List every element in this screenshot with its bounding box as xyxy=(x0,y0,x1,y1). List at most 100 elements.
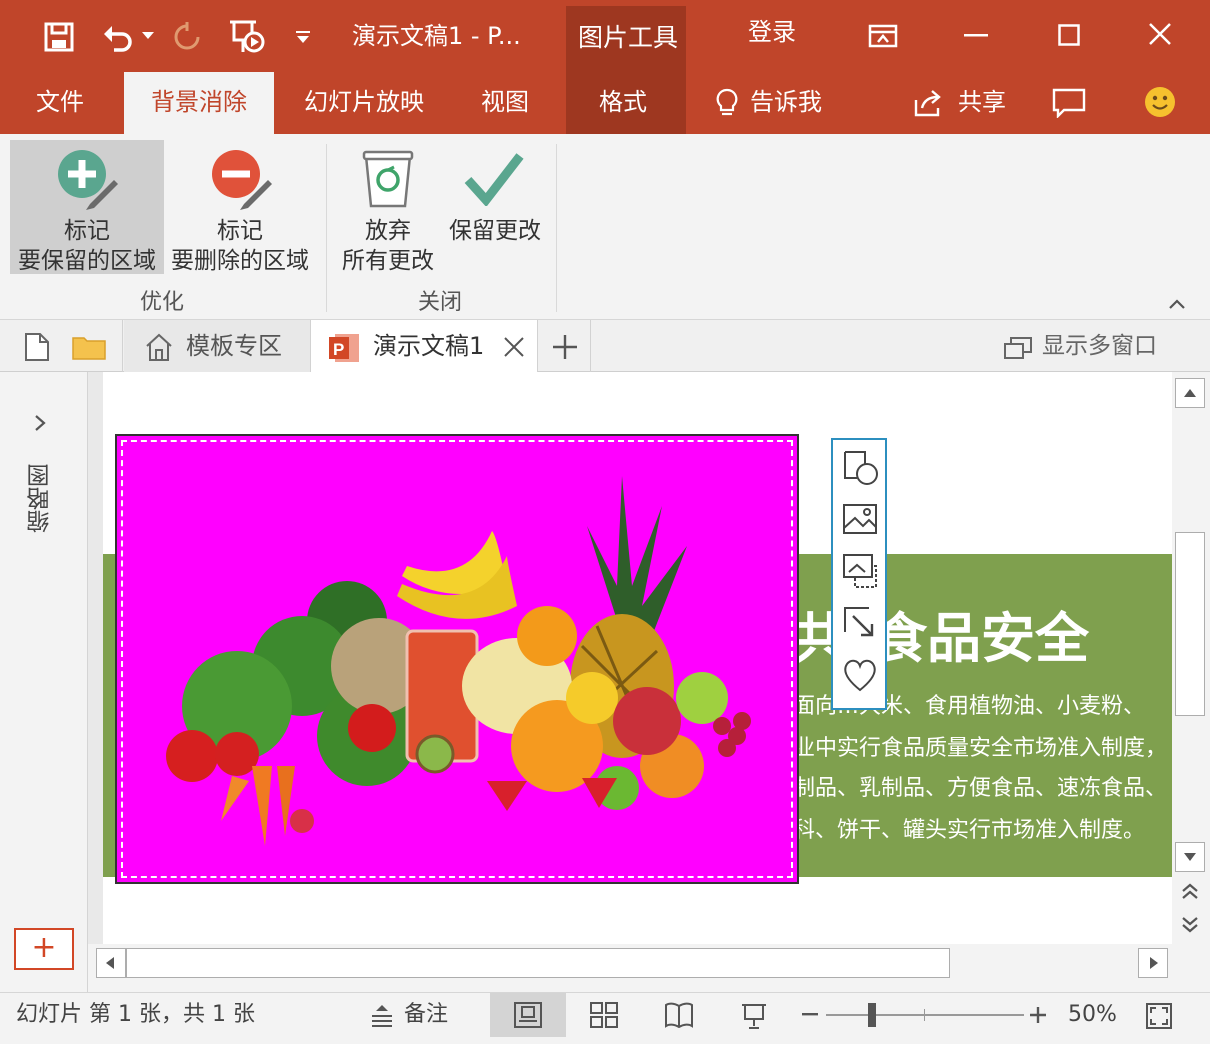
zoom-out-icon[interactable] xyxy=(802,1013,818,1017)
tell-me-box[interactable]: 告诉我 xyxy=(750,72,822,134)
slide-sorter-icon[interactable] xyxy=(590,1002,618,1028)
ribbon-display-icon[interactable] xyxy=(868,24,898,48)
slide-title[interactable]: 食品安全 xyxy=(873,594,1089,673)
tab-file[interactable]: 文件 xyxy=(36,72,84,134)
title-bar: 演示文稿1 - P... 图片工具 登录 xyxy=(0,0,1210,72)
tab-document-label: 演示文稿1 xyxy=(373,332,485,360)
smiley-icon[interactable] xyxy=(1144,86,1176,118)
minimize-icon[interactable] xyxy=(964,34,988,38)
slide-body-line[interactable]: 业中实行食品质量安全市场准入制度， xyxy=(793,730,1167,762)
mark-remove-line2: 要删除的区域 xyxy=(171,248,309,274)
group-divider xyxy=(556,144,557,312)
horizontal-scrollbar[interactable] xyxy=(88,944,1172,992)
tab-format[interactable]: 格式 xyxy=(599,72,647,134)
scroll-down-button[interactable] xyxy=(1175,842,1205,872)
mark-keep-line2: 要保留的区域 xyxy=(18,248,156,274)
slide[interactable]: 共 食品安全 面向…大米、食用植物油、小麦粉、 业中实行食品质量安全市场准入制度… xyxy=(103,372,1172,944)
new-slide-button[interactable]: + xyxy=(14,928,74,970)
notes-button[interactable]: 备注 xyxy=(404,993,448,1037)
group-label-optimize: 优化 xyxy=(140,290,185,315)
arrow-up-icon xyxy=(1184,389,1196,397)
normal-view-button[interactable] xyxy=(490,993,566,1037)
zoom-in-icon[interactable] xyxy=(1030,1007,1046,1023)
resize-icon[interactable] xyxy=(841,604,879,642)
scroll-thumb[interactable] xyxy=(1175,532,1205,716)
tab-divider xyxy=(590,320,591,372)
discard-line1: 放弃 xyxy=(365,218,411,244)
vertical-scrollbar[interactable] xyxy=(1172,372,1210,944)
tab-document[interactable]: P 演示文稿1 xyxy=(310,320,538,373)
undo-dropdown-icon[interactable] xyxy=(142,32,154,40)
tab-templates[interactable]: 模板专区 xyxy=(124,320,310,372)
tab-background-removal[interactable]: 背景消除 xyxy=(124,72,274,134)
previous-slide-icon[interactable] xyxy=(1180,882,1200,902)
svg-text:P: P xyxy=(333,340,344,359)
customize-qat-icon[interactable] xyxy=(296,30,310,44)
tab-divider xyxy=(122,320,123,372)
thumbnail-pane-collapsed: 缩略图 + xyxy=(0,372,88,992)
heart-icon[interactable] xyxy=(841,656,879,694)
save-icon[interactable] xyxy=(44,22,74,52)
close-icon[interactable] xyxy=(1148,22,1172,46)
context-tab-title: 图片工具 xyxy=(578,23,679,52)
mark-keep-line1: 标记 xyxy=(64,218,110,244)
tab-view[interactable]: 视图 xyxy=(481,72,529,134)
share-icon[interactable] xyxy=(912,88,944,118)
comments-icon[interactable] xyxy=(1052,88,1086,118)
keep-changes-button[interactable]: 保留更改 xyxy=(440,140,550,274)
new-tab-icon[interactable] xyxy=(552,334,578,360)
picture-icon[interactable] xyxy=(841,500,879,538)
fit-to-window-icon[interactable] xyxy=(1146,1003,1172,1029)
normal-view-icon xyxy=(514,1002,542,1028)
collapse-ribbon-icon[interactable] xyxy=(1168,298,1186,310)
shape-fill-icon[interactable] xyxy=(841,448,879,486)
zoom-slider-thumb[interactable] xyxy=(868,1003,876,1027)
slide-body-line[interactable]: 制品、乳制品、方便食品、速冻食品、 xyxy=(793,770,1167,802)
mark-remove-line1: 标记 xyxy=(217,218,263,244)
multi-window-icon[interactable] xyxy=(1004,336,1032,360)
arrow-down-icon xyxy=(1184,853,1196,861)
open-folder-icon[interactable] xyxy=(72,334,106,360)
horizontal-scroll-thumb[interactable] xyxy=(126,948,950,978)
share-button[interactable]: 共享 xyxy=(958,72,1006,134)
ribbon-panel: 标记 要保留的区域 标记 要删除的区域 优化 放弃 所有更改 保留更改 关闭 xyxy=(0,134,1210,320)
powerpoint-icon: P xyxy=(329,334,359,362)
status-bar: 幻灯片 第 1 张，共 1 张 备注 50% xyxy=(0,992,1210,1044)
selected-picture[interactable] xyxy=(115,434,799,884)
discard-changes-button[interactable]: 放弃 所有更改 xyxy=(336,140,440,274)
maximize-icon[interactable] xyxy=(1058,24,1080,46)
keep-changes-label: 保留更改 xyxy=(449,218,541,244)
present-from-start-icon[interactable] xyxy=(228,18,266,54)
ribbon-tab-row: 文件 背景消除 幻灯片放映 视图 格式 告诉我 共享 xyxy=(0,72,1210,134)
crop-picture-icon[interactable] xyxy=(841,552,879,590)
slide-body-line[interactable]: 科、饼干、罐头实行市场准入制度。 xyxy=(793,812,1145,844)
home-icon xyxy=(146,333,172,361)
thumbnails-label[interactable]: 缩略图 xyxy=(28,464,56,533)
discard-icon xyxy=(362,150,414,208)
tab-slideshow[interactable]: 幻灯片放映 xyxy=(304,72,424,134)
lightbulb-icon[interactable] xyxy=(716,88,738,118)
multi-window-button[interactable]: 显示多窗口 xyxy=(1042,320,1157,372)
group-label-close: 关闭 xyxy=(418,290,463,315)
slideshow-view-icon[interactable] xyxy=(740,1002,768,1030)
mark-keep-button[interactable]: 标记 要保留的区域 xyxy=(10,140,164,274)
login-button[interactable]: 登录 xyxy=(748,0,796,68)
fruit-vegetable-image xyxy=(166,476,751,846)
scroll-right-button[interactable] xyxy=(1138,948,1168,978)
mark-remove-button[interactable]: 标记 要删除的区域 xyxy=(164,140,316,274)
mark-keep-icon xyxy=(58,150,118,210)
undo-icon[interactable] xyxy=(102,22,136,52)
new-document-icon[interactable] xyxy=(24,332,50,362)
zoom-slider-track[interactable] xyxy=(826,1014,1024,1016)
redo-icon xyxy=(174,22,200,50)
expand-thumbnails-icon[interactable] xyxy=(34,414,46,432)
notes-icon[interactable] xyxy=(370,1003,394,1027)
floating-quick-toolbar xyxy=(831,438,887,710)
next-slide-icon[interactable] xyxy=(1180,914,1200,934)
zoom-level[interactable]: 50% xyxy=(1068,993,1117,1037)
discard-line2: 所有更改 xyxy=(342,248,434,274)
scroll-up-button[interactable] xyxy=(1175,378,1205,408)
close-tab-icon[interactable] xyxy=(503,336,525,358)
reading-view-icon[interactable] xyxy=(664,1002,694,1028)
scroll-left-button[interactable] xyxy=(96,948,126,978)
